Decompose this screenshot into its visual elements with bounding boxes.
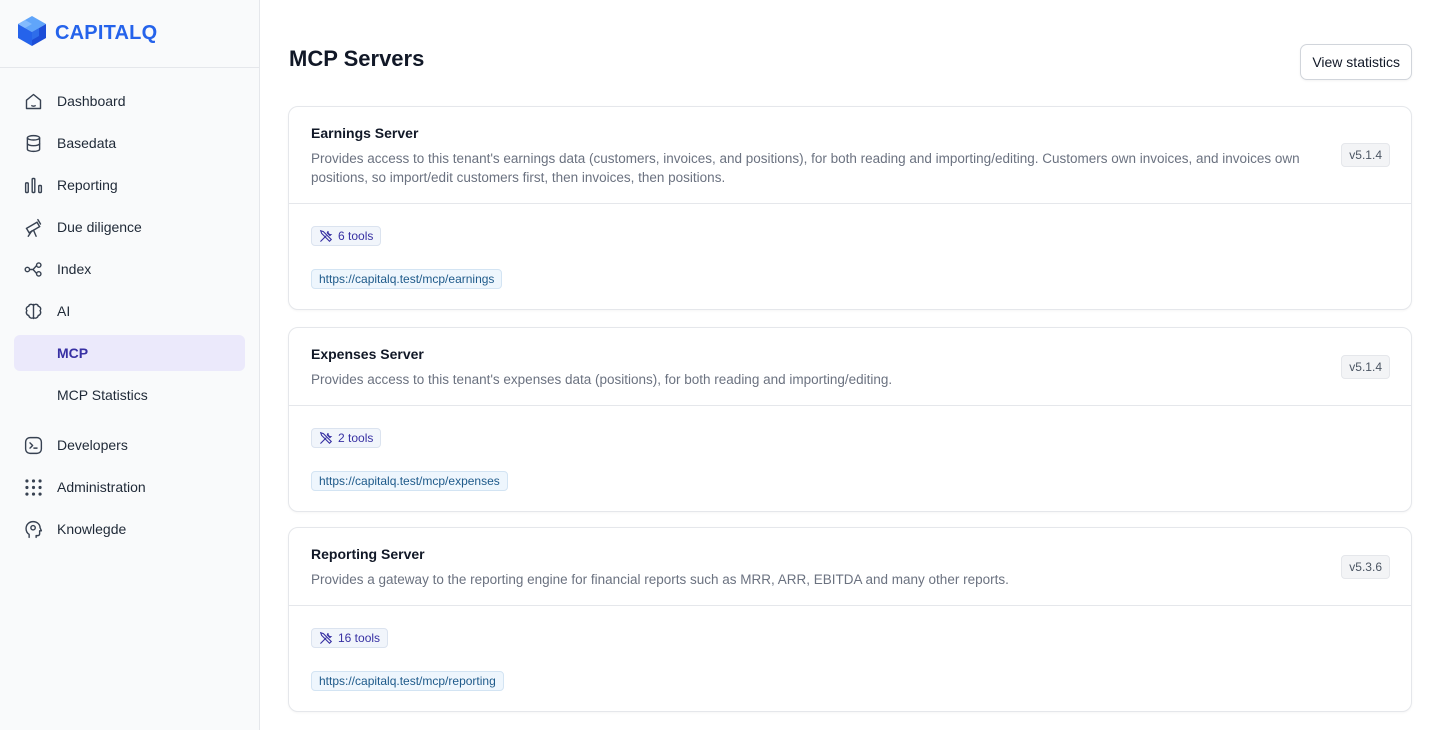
view-statistics-button[interactable]: View statistics	[1300, 44, 1412, 80]
tools-count: 16 tools	[338, 631, 381, 645]
tools-icon	[319, 431, 333, 445]
server-name: Expenses Server	[311, 346, 424, 362]
sidebar-item-index[interactable]: Index	[14, 251, 245, 287]
bar-chart-icon	[22, 174, 44, 196]
sidebar-item-due-diligence[interactable]: Due diligence	[14, 209, 245, 245]
server-card-body: 6 tools https://capitalq.test/mcp/earnin…	[289, 204, 1411, 309]
sidebar-item-label: AI	[57, 303, 71, 319]
server-name: Reporting Server	[311, 546, 425, 562]
server-url[interactable]: https://capitalq.test/mcp/reporting	[311, 671, 504, 691]
server-card-expenses: Expenses Server Provides access to this …	[288, 327, 1412, 512]
sidebar-item-label: Developers	[57, 437, 128, 453]
server-description: Provides access to this tenant's expense…	[311, 372, 893, 387]
sidebar-item-mcp-statistics[interactable]: MCP Statistics	[14, 377, 245, 413]
sidebar-item-label: Administration	[57, 479, 146, 495]
tools-icon	[319, 229, 333, 243]
terminal-icon	[22, 434, 44, 456]
tools-badge[interactable]: 16 tools	[311, 628, 389, 648]
tools-icon	[319, 631, 333, 645]
brain-icon	[22, 300, 44, 322]
tools-count: 2 tools	[338, 431, 374, 445]
grid-icon	[22, 476, 44, 498]
server-card-earnings: Earnings Server Provides access to this …	[288, 106, 1412, 310]
page-title: MCP Servers	[289, 46, 425, 71]
database-icon	[22, 132, 44, 154]
version-badge: v5.1.4	[1341, 143, 1390, 167]
server-card-header: Earnings Server Provides access to this …	[289, 107, 1411, 204]
main-content: MCP Servers View statistics Earnings Ser…	[260, 0, 1440, 730]
sidebar-item-developers[interactable]: Developers	[14, 427, 245, 463]
server-card-reporting: Reporting Server Provides a gateway to t…	[288, 527, 1412, 712]
server-card-header: Expenses Server Provides access to this …	[289, 328, 1411, 406]
version-badge: v5.3.6	[1341, 554, 1390, 579]
sidebar-item-label: MCP Statistics	[57, 387, 148, 403]
sidebar-item-label: Index	[57, 261, 92, 277]
logo-cube-icon	[17, 15, 47, 52]
version-badge: v5.1.4	[1341, 354, 1390, 379]
sidebar-item-label: Basedata	[57, 135, 117, 151]
sidebar-item-ai[interactable]: AI	[14, 293, 245, 329]
sidebar: CAPITALQ Dashboard Basedata Reporting Du…	[0, 0, 260, 730]
sidebar-item-administration[interactable]: Administration	[14, 469, 245, 505]
server-description: Provides access to this tenant's earning…	[311, 151, 1300, 185]
sidebar-item-label: Reporting	[57, 177, 118, 193]
logo[interactable]: CAPITALQ	[0, 0, 259, 68]
server-description: Provides a gateway to the reporting engi…	[311, 572, 1009, 587]
sidebar-item-dashboard[interactable]: Dashboard	[14, 83, 245, 119]
sidebar-item-mcp[interactable]: MCP	[14, 335, 245, 371]
sidebar-item-label: Due diligence	[57, 219, 142, 235]
sidebar-item-basedata[interactable]: Basedata	[14, 125, 245, 161]
logo-text: CAPITALQ	[55, 22, 158, 44]
server-card-header: Reporting Server Provides a gateway to t…	[289, 528, 1411, 606]
server-card-body: 16 tools https://capitalq.test/mcp/repor…	[289, 606, 1411, 711]
sidebar-item-label: MCP	[57, 345, 89, 361]
sidebar-item-knowledge[interactable]: Knowlegde	[14, 511, 245, 547]
sidebar-item-label: Knowlegde	[57, 521, 127, 537]
server-url[interactable]: https://capitalq.test/mcp/earnings	[311, 269, 503, 289]
sidebar-nav: Dashboard Basedata Reporting Due diligen…	[0, 68, 259, 547]
server-url[interactable]: https://capitalq.test/mcp/expenses	[311, 471, 508, 491]
sidebar-item-label: Dashboard	[57, 93, 126, 109]
sidebar-item-reporting[interactable]: Reporting	[14, 167, 245, 203]
head-icon	[22, 518, 44, 540]
home-icon	[22, 90, 44, 112]
tools-count: 6 tools	[338, 229, 374, 243]
tools-badge[interactable]: 2 tools	[311, 428, 382, 448]
telescope-icon	[22, 216, 44, 238]
server-card-body: 2 tools https://capitalq.test/mcp/expens…	[289, 406, 1411, 511]
nodes-icon	[22, 258, 44, 280]
server-name: Earnings Server	[311, 125, 419, 141]
tools-badge[interactable]: 6 tools	[311, 226, 382, 246]
